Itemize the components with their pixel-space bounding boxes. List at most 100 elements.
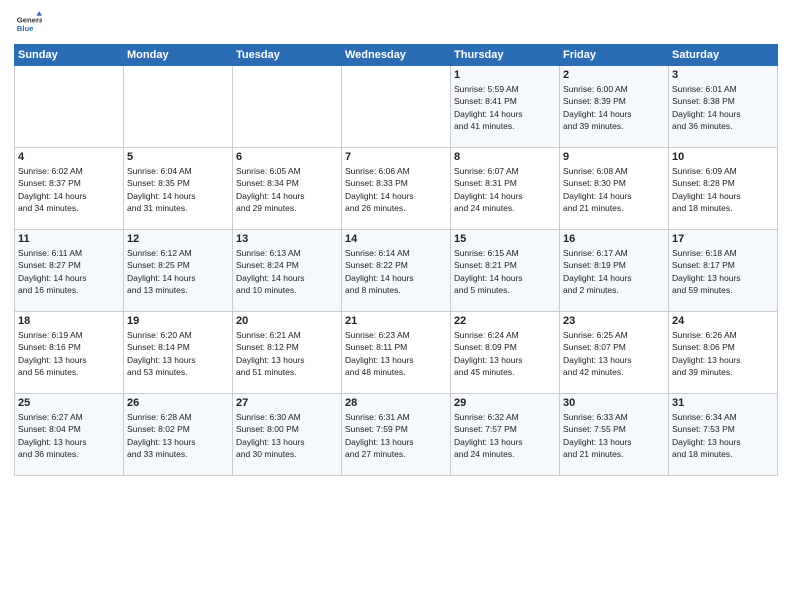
day-number: 13 [236, 233, 338, 245]
calendar-cell [124, 66, 233, 148]
calendar-cell: 14 Sunrise: 6:14 AM Sunset: 8:22 PM Dayli… [342, 230, 451, 312]
weekday-header-tuesday: Tuesday [233, 45, 342, 66]
day-info: Sunrise: 6:15 AM Sunset: 8:21 PM Dayligh… [454, 247, 556, 296]
day-number: 10 [672, 151, 774, 163]
calendar-cell: 18 Sunrise: 6:19 AM Sunset: 8:16 PM Dayli… [15, 312, 124, 394]
calendar-week-row: 18 Sunrise: 6:19 AM Sunset: 8:16 PM Dayli… [15, 312, 778, 394]
day-number: 16 [563, 233, 665, 245]
day-info: Sunrise: 6:21 AM Sunset: 8:12 PM Dayligh… [236, 329, 338, 378]
calendar-cell: 5 Sunrise: 6:04 AM Sunset: 8:35 PM Daylig… [124, 148, 233, 230]
day-number: 27 [236, 397, 338, 409]
calendar-cell: 30 Sunrise: 6:33 AM Sunset: 7:55 PM Dayli… [560, 394, 669, 476]
day-info: Sunrise: 6:01 AM Sunset: 8:38 PM Dayligh… [672, 83, 774, 132]
calendar-cell: 29 Sunrise: 6:32 AM Sunset: 7:57 PM Dayli… [451, 394, 560, 476]
day-info: Sunrise: 6:32 AM Sunset: 7:57 PM Dayligh… [454, 411, 556, 460]
day-info: Sunrise: 6:18 AM Sunset: 8:17 PM Dayligh… [672, 247, 774, 296]
day-info: Sunrise: 6:20 AM Sunset: 8:14 PM Dayligh… [127, 329, 229, 378]
day-number: 5 [127, 151, 229, 163]
day-number: 29 [454, 397, 556, 409]
page-header: General Blue [14, 10, 778, 38]
calendar-cell: 19 Sunrise: 6:20 AM Sunset: 8:14 PM Dayli… [124, 312, 233, 394]
day-number: 15 [454, 233, 556, 245]
calendar-cell: 6Sunrise: 6:05 AM Sunset: 8:34 PM Daylig… [233, 148, 342, 230]
calendar-cell: 31 Sunrise: 6:34 AM Sunset: 7:53 PM Dayli… [669, 394, 778, 476]
calendar-week-row: 25 Sunrise: 6:27 AM Sunset: 8:04 PM Dayli… [15, 394, 778, 476]
calendar-cell: 7Sunrise: 6:06 AM Sunset: 8:33 PM Daylig… [342, 148, 451, 230]
day-info: Sunrise: 6:13 AM Sunset: 8:24 PM Dayligh… [236, 247, 338, 296]
day-info: Sunrise: 6:05 AM Sunset: 8:34 PM Dayligh… [236, 165, 338, 214]
day-info: Sunrise: 6:27 AM Sunset: 8:04 PM Dayligh… [18, 411, 120, 460]
calendar-cell: 26 Sunrise: 6:28 AM Sunset: 8:02 PM Dayli… [124, 394, 233, 476]
weekday-header-sunday: Sunday [15, 45, 124, 66]
day-info: Sunrise: 6:17 AM Sunset: 8:19 PM Dayligh… [563, 247, 665, 296]
day-info: Sunrise: 6:08 AM Sunset: 8:30 PM Dayligh… [563, 165, 665, 214]
calendar-cell: 22Sunrise: 6:24 AM Sunset: 8:09 PM Dayli… [451, 312, 560, 394]
calendar-cell: 11Sunrise: 6:11 AM Sunset: 8:27 PM Dayli… [15, 230, 124, 312]
day-info: Sunrise: 6:04 AM Sunset: 8:35 PM Dayligh… [127, 165, 229, 214]
weekday-header-saturday: Saturday [669, 45, 778, 66]
calendar-header-row: SundayMondayTuesdayWednesdayThursdayFrid… [15, 45, 778, 66]
day-number: 18 [18, 315, 120, 327]
calendar-cell: 16 Sunrise: 6:17 AM Sunset: 8:19 PM Dayli… [560, 230, 669, 312]
day-number: 1 [454, 69, 556, 81]
calendar-cell: 4Sunrise: 6:02 AM Sunset: 8:37 PM Daylig… [15, 148, 124, 230]
svg-text:General: General [17, 16, 42, 25]
calendar-week-row: 4Sunrise: 6:02 AM Sunset: 8:37 PM Daylig… [15, 148, 778, 230]
day-info: Sunrise: 6:30 AM Sunset: 8:00 PM Dayligh… [236, 411, 338, 460]
day-number: 2 [563, 69, 665, 81]
day-number: 24 [672, 315, 774, 327]
day-number: 30 [563, 397, 665, 409]
day-number: 12 [127, 233, 229, 245]
day-number: 7 [345, 151, 447, 163]
calendar-cell: 12 Sunrise: 6:12 AM Sunset: 8:25 PM Dayli… [124, 230, 233, 312]
calendar-cell [342, 66, 451, 148]
calendar-cell: 9 Sunrise: 6:08 AM Sunset: 8:30 PM Daylig… [560, 148, 669, 230]
weekday-header-monday: Monday [124, 45, 233, 66]
day-info: Sunrise: 6:28 AM Sunset: 8:02 PM Dayligh… [127, 411, 229, 460]
day-info: Sunrise: 6:12 AM Sunset: 8:25 PM Dayligh… [127, 247, 229, 296]
day-number: 28 [345, 397, 447, 409]
calendar-cell: 2 Sunrise: 6:00 AM Sunset: 8:39 PM Daylig… [560, 66, 669, 148]
day-info: Sunrise: 6:11 AM Sunset: 8:27 PM Dayligh… [18, 247, 120, 296]
calendar-cell: 28 Sunrise: 6:31 AM Sunset: 7:59 PM Dayli… [342, 394, 451, 476]
calendar-cell [15, 66, 124, 148]
day-info: Sunrise: 6:33 AM Sunset: 7:55 PM Dayligh… [563, 411, 665, 460]
weekday-header-wednesday: Wednesday [342, 45, 451, 66]
day-number: 14 [345, 233, 447, 245]
main-container: General Blue SundayMondayTuesdayWednesda… [0, 0, 792, 612]
day-number: 31 [672, 397, 774, 409]
day-number: 25 [18, 397, 120, 409]
day-info: Sunrise: 6:31 AM Sunset: 7:59 PM Dayligh… [345, 411, 447, 460]
calendar-cell: 17 Sunrise: 6:18 AM Sunset: 8:17 PM Dayli… [669, 230, 778, 312]
calendar-cell [233, 66, 342, 148]
calendar-cell: 10 Sunrise: 6:09 AM Sunset: 8:28 PM Dayli… [669, 148, 778, 230]
day-number: 22 [454, 315, 556, 327]
day-number: 17 [672, 233, 774, 245]
logo-icon: General Blue [14, 10, 42, 38]
calendar-cell: 24Sunrise: 6:26 AM Sunset: 8:06 PM Dayli… [669, 312, 778, 394]
logo: General Blue [14, 10, 44, 38]
day-number: 20 [236, 315, 338, 327]
day-number: 8 [454, 151, 556, 163]
day-number: 19 [127, 315, 229, 327]
day-number: 9 [563, 151, 665, 163]
svg-text:Blue: Blue [17, 24, 34, 33]
calendar-cell: 23Sunrise: 6:25 AM Sunset: 8:07 PM Dayli… [560, 312, 669, 394]
day-number: 23 [563, 315, 665, 327]
day-info: Sunrise: 6:09 AM Sunset: 8:28 PM Dayligh… [672, 165, 774, 214]
day-info: Sunrise: 6:23 AM Sunset: 8:11 PM Dayligh… [345, 329, 447, 378]
calendar-cell: 15 Sunrise: 6:15 AM Sunset: 8:21 PM Dayli… [451, 230, 560, 312]
day-number: 26 [127, 397, 229, 409]
day-info: Sunrise: 6:19 AM Sunset: 8:16 PM Dayligh… [18, 329, 120, 378]
weekday-header-friday: Friday [560, 45, 669, 66]
day-number: 3 [672, 69, 774, 81]
day-info: Sunrise: 6:14 AM Sunset: 8:22 PM Dayligh… [345, 247, 447, 296]
day-info: Sunrise: 6:00 AM Sunset: 8:39 PM Dayligh… [563, 83, 665, 132]
day-info: Sunrise: 6:34 AM Sunset: 7:53 PM Dayligh… [672, 411, 774, 460]
calendar-cell: 1Sunrise: 5:59 AM Sunset: 8:41 PM Daylig… [451, 66, 560, 148]
calendar-cell: 21Sunrise: 6:23 AM Sunset: 8:11 PM Dayli… [342, 312, 451, 394]
calendar-cell: 3 Sunrise: 6:01 AM Sunset: 8:38 PM Daylig… [669, 66, 778, 148]
day-info: Sunrise: 6:07 AM Sunset: 8:31 PM Dayligh… [454, 165, 556, 214]
calendar-week-row: 11Sunrise: 6:11 AM Sunset: 8:27 PM Dayli… [15, 230, 778, 312]
calendar-cell: 13 Sunrise: 6:13 AM Sunset: 8:24 PM Dayli… [233, 230, 342, 312]
